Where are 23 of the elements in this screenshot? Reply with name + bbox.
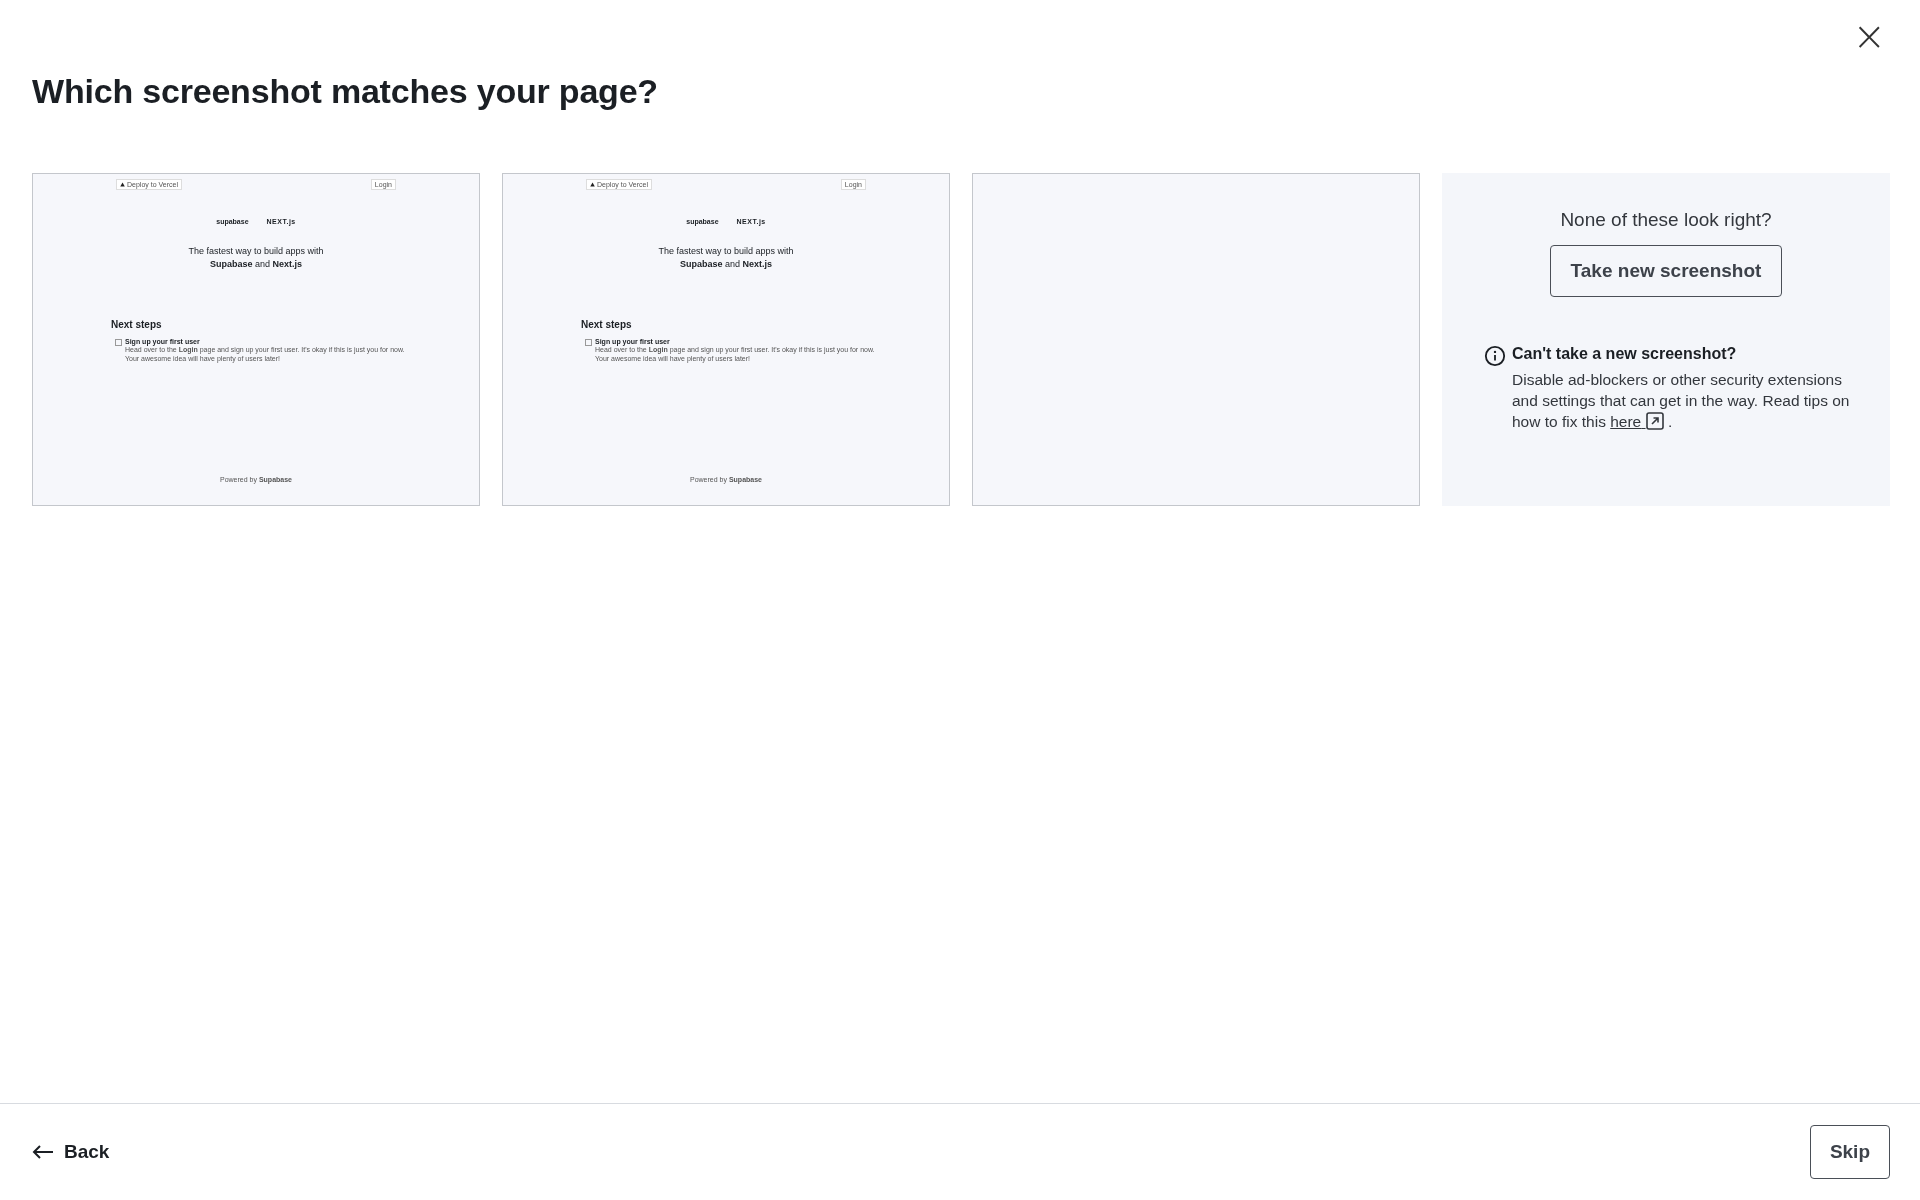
close-button[interactable]: × (1848, 16, 1890, 56)
note-text: Disable ad-blockers or other security extensions and settings that can get in the way. Read tips on how to fix this here . (1512, 370, 1851, 432)
dialog-title: Which screenshot matches your page? (32, 72, 658, 111)
headline-text: The fastest way to build apps with (188, 245, 324, 258)
steps-heading: Next steps (581, 319, 633, 330)
take-screenshot-button[interactable]: Take new screenshot (1549, 245, 1783, 297)
steps-heading: Next steps (111, 319, 163, 330)
headline-text: Supabase and Next.js (208, 258, 304, 271)
screenshot-option[interactable] (502, 173, 950, 506)
headline-text: Supabase and Next.js (678, 258, 774, 271)
external-link-icon (1645, 412, 1664, 430)
back-button[interactable]: Back (32, 1141, 110, 1163)
triangle-icon (120, 182, 125, 187)
triangle-icon (590, 182, 595, 187)
info-icon (1484, 345, 1506, 367)
arrow-left-icon (32, 1144, 54, 1160)
help-link[interactable]: here (1610, 413, 1664, 430)
skip-button[interactable]: Skip (1809, 1125, 1890, 1179)
screenshot-option[interactable] (32, 173, 480, 506)
screenshot-option[interactable] (972, 173, 1420, 506)
help-question: None of these look right? (1560, 209, 1772, 231)
note-title: Can't take a new screenshot? (1512, 345, 1738, 363)
headline-text: The fastest way to build apps with (658, 245, 794, 258)
